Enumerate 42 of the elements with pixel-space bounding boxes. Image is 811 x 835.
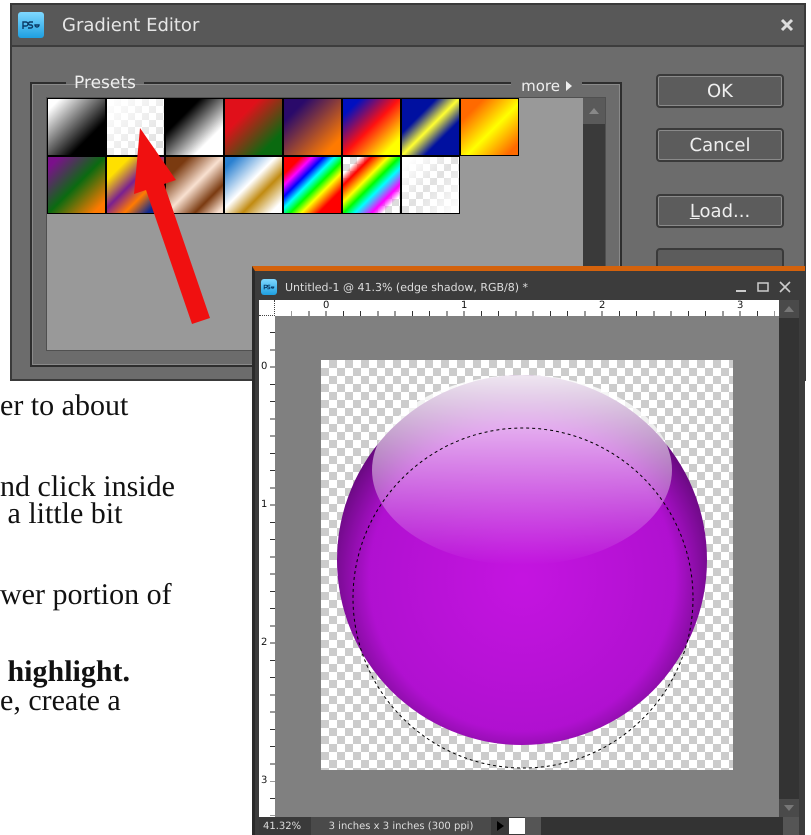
gradient-swatch[interactable] [224,98,283,156]
tutorial-paragraph: er to about [0,392,130,419]
triangle-icon [566,81,572,91]
maximize-icon[interactable] [757,281,769,293]
presets-label: Presets [73,73,137,93]
gradient-swatch[interactable] [401,156,460,214]
gradient-swatch[interactable] [106,98,165,156]
zoom-level: 41.32% [262,820,302,832]
dialog-button[interactable]: Cancel [656,128,784,162]
gradient-swatch[interactable] [401,98,460,156]
ruler-label: 0 [323,301,330,311]
app-logo-icon [261,279,277,295]
gradient-swatch[interactable] [342,156,401,214]
ruler-label: 1 [261,500,268,510]
gradient-swatch[interactable] [224,156,283,214]
gradient-swatch[interactable] [460,98,519,156]
tutorial-paragraph: wer portion of [0,581,173,608]
gradient-swatch[interactable] [342,98,401,156]
gradient-swatch[interactable] [47,98,106,156]
ruler-label: 2 [599,301,606,311]
gradient-swatch[interactable] [47,156,106,214]
ruler-label: 3 [737,301,744,311]
gradient-swatch[interactable] [283,156,342,214]
ruler-label: 0 [261,362,268,372]
close-icon[interactable] [780,18,794,32]
horizontal-scrollbar[interactable] [525,817,799,835]
tutorial-paragraph: e, create a [0,687,121,714]
gradient-swatch[interactable] [165,156,224,214]
app-logo-icon [18,12,44,38]
document-title: Untitled-1 @ 41.3% (edge shadow, RGB/8) * [285,280,530,294]
gradient-swatch[interactable] [283,98,342,156]
dialog-title: Gradient Editor [62,14,200,36]
ruler-label: 3 [261,776,268,786]
color-swatch [509,818,525,834]
dialog-button[interactable]: Load... [656,194,784,228]
ruler-label: 1 [461,301,468,311]
tutorial-paragraph: nd click inside a little bit [0,473,175,527]
gradient-swatch[interactable] [165,98,224,156]
ruler-label: 2 [261,638,268,648]
close-icon[interactable] [779,281,791,293]
document-size: 3 inches x 3 inches (300 ppi) [311,817,491,835]
dialog-button[interactable]: OK [656,74,784,108]
